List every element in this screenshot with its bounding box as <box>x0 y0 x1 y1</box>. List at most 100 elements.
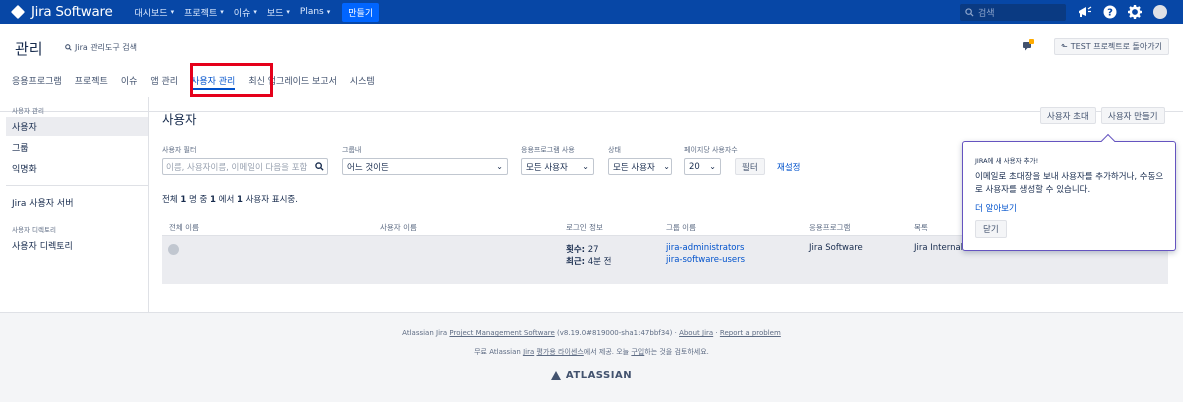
nav-projects-label: 프로젝트 <box>184 8 218 19</box>
column-header-full-name: 전체 이름 <box>169 223 199 232</box>
tab-system[interactable]: 시스템 <box>350 73 375 90</box>
summary-to: 1 <box>236 195 243 205</box>
footer-jira-link[interactable]: Jira <box>523 348 534 356</box>
footer-buy-link[interactable]: 구입 <box>631 348 644 356</box>
user-avatar[interactable] <box>1153 5 1167 19</box>
status-filter-select[interactable]: 모든 사용자 ⌄ <box>608 158 672 175</box>
column-header-applications: 응용프로그램 <box>809 223 851 232</box>
page-heading: 사용자 <box>162 112 197 127</box>
help-icon[interactable]: ? <box>1103 5 1117 19</box>
announcement-icon[interactable] <box>1078 6 1092 18</box>
admin-header: 관리 Jira 관리도구 검색 ⬑ TEST 프로젝트로 돌아가기 응용프로그램… <box>0 24 1183 112</box>
footer-separator: · <box>674 329 677 337</box>
filter-button[interactable]: 필터 <box>735 158 765 175</box>
admin-sidebar: 사용자 관리 사용자 그룹 익명화 Jira 사용자 서버 사용자 디렉토리 사… <box>0 97 148 255</box>
per-page-label: 페이지당 사용자수 <box>684 146 738 154</box>
create-user-button[interactable]: 사용자 만들기 <box>1101 107 1165 124</box>
footer: Atlassian Jira Project Management Softwa… <box>0 312 1183 402</box>
nav-projects[interactable]: 프로젝트 ▾ <box>184 6 224 19</box>
application-filter-select[interactable]: 모든 사용자 ⌄ <box>521 158 594 175</box>
column-header-groups: 그룹 이름 <box>666 223 696 232</box>
group-filter-value: 어느 것이든 <box>347 162 389 173</box>
sidebar-border <box>148 97 149 312</box>
group-link-software-users[interactable]: jira-software-users <box>666 255 745 265</box>
summary-mid1: 명 중 <box>188 195 208 205</box>
footer-about-jira-link[interactable]: About Jira <box>679 329 713 337</box>
chevron-down-icon: ⌄ <box>663 162 670 171</box>
nav-plans[interactable]: Plans ▾ <box>300 7 330 17</box>
tooltip-close-button[interactable]: 닫기 <box>975 220 1007 238</box>
create-button[interactable]: 만들기 <box>342 2 380 22</box>
sidebar-item-users[interactable]: 사용자 <box>6 117 148 136</box>
column-header-username: 사용자 이름 <box>380 223 417 232</box>
highlight-box <box>190 63 273 97</box>
svg-text:?: ? <box>1107 8 1113 19</box>
jira-logo-text: Jira Software <box>31 4 113 20</box>
tooltip-body: 이메일로 초대장을 보내 사용자를 추가하거나, 수동으로 사용자를 생성할 수… <box>975 172 1164 195</box>
status-filter-label: 상태 <box>608 146 621 154</box>
tab-projects[interactable]: 프로젝트 <box>75 73 108 90</box>
footer-report-problem-link[interactable]: Report a problem <box>720 329 781 337</box>
invite-user-button[interactable]: 사용자 초대 <box>1040 107 1096 124</box>
user-filter-input[interactable]: 이름, 사용자이름, 이메일이 다음을 포함 <box>162 158 328 175</box>
nav-boards[interactable]: 보드 ▾ <box>267 6 290 19</box>
status-filter-value: 모든 사용자 <box>613 162 655 173</box>
login-count: 횟수: 27 <box>566 243 599 255</box>
tab-applications[interactable]: 응용프로그램 <box>12 73 62 90</box>
sidebar-group-user-directories: 사용자 디렉토리 <box>12 226 56 234</box>
sidebar-item-user-directories[interactable]: 사용자 디렉토리 <box>6 236 148 255</box>
summary-from: 1 <box>210 195 216 205</box>
chevron-down-icon: ▾ <box>253 8 257 16</box>
jira-logo-icon <box>10 4 26 20</box>
tab-issues[interactable]: 이슈 <box>121 73 138 90</box>
application-filter-value: 모든 사용자 <box>526 162 568 173</box>
admin-search-link[interactable]: Jira 관리도구 검색 <box>65 42 137 53</box>
admin-title: 관리 <box>15 40 43 58</box>
login-count-label: 횟수: <box>566 245 586 255</box>
per-page-value: 20 <box>689 161 700 172</box>
user-filter-label: 사용자 필터 <box>162 146 197 154</box>
reset-link[interactable]: 재설정 <box>777 161 800 173</box>
last-login: 최근: 4분 전 <box>566 255 612 267</box>
back-to-project-button[interactable]: ⬑ TEST 프로젝트로 돌아가기 <box>1054 38 1169 55</box>
footer-pm-software-link[interactable]: Project Management Software <box>449 329 554 337</box>
group-link-administrators[interactable]: jira-administrators <box>666 243 744 253</box>
group-filter-select[interactable]: 어느 것이든 ⌄ <box>342 158 508 175</box>
jira-logo[interactable]: Jira Software <box>10 4 113 20</box>
sidebar-item-anonymization[interactable]: 익명화 <box>6 159 148 178</box>
last-login-label: 최근: <box>566 257 586 267</box>
user-avatar-icon <box>168 244 179 255</box>
settings-gear-icon[interactable] <box>1128 5 1142 19</box>
feedback-icon[interactable] <box>1023 39 1035 54</box>
nav-plans-label: Plans <box>299 7 324 17</box>
chevron-down-icon: ▾ <box>286 8 290 16</box>
search-icon <box>315 162 324 171</box>
sidebar-item-jira-user-server[interactable]: Jira 사용자 서버 <box>6 193 148 212</box>
footer-line-1: Atlassian Jira Project Management Softwa… <box>0 329 1183 337</box>
per-page-select[interactable]: 20 ⌄ <box>684 158 721 175</box>
sidebar-item-groups[interactable]: 그룹 <box>6 138 148 157</box>
footer-line-2: 무료 Atlassian Jira 평가용 라이센스에서 제공. 오늘 구입하는… <box>0 347 1183 357</box>
chevron-down-icon: ⌄ <box>496 162 503 171</box>
nav-dashboards[interactable]: 대시보드 ▾ <box>134 6 174 19</box>
nav-dashboards-label: 대시보드 <box>134 8 168 19</box>
chevron-down-icon: ⌄ <box>582 162 589 171</box>
nav-issues-label: 이슈 <box>233 8 251 19</box>
summary-prefix: 전체 <box>162 195 178 205</box>
footer-eval-license-link[interactable]: 평가용 라이센스 <box>536 348 583 356</box>
application-filter-label: 응용프로그램 사용 <box>521 146 575 154</box>
sidebar-group-user-management: 사용자 관리 <box>12 107 44 115</box>
learn-more-link[interactable]: 더 알아보기 <box>975 202 1017 214</box>
results-summary: 전체 1 명 중 1 에서 1 사용자 표시중. <box>162 193 298 205</box>
global-search-input[interactable]: 검색 <box>960 3 1066 21</box>
global-search-placeholder: 검색 <box>978 8 995 19</box>
summary-mid2: 에서 <box>218 195 235 205</box>
footer-license-mid: 에서 제공. 오늘 <box>583 348 630 356</box>
atlassian-logo[interactable]: ATLASSIAN <box>0 370 1183 381</box>
summary-total: 1 <box>180 195 187 205</box>
nav-issues[interactable]: 이슈 ▾ <box>234 6 257 19</box>
column-header-directory: 목록 <box>914 223 928 232</box>
last-login-value: 4분 전 <box>587 257 612 267</box>
footer-version: (v8.19.0#819000-sha1:47bbf34) <box>557 329 673 337</box>
tab-manage-apps[interactable]: 앱 관리 <box>150 73 178 90</box>
